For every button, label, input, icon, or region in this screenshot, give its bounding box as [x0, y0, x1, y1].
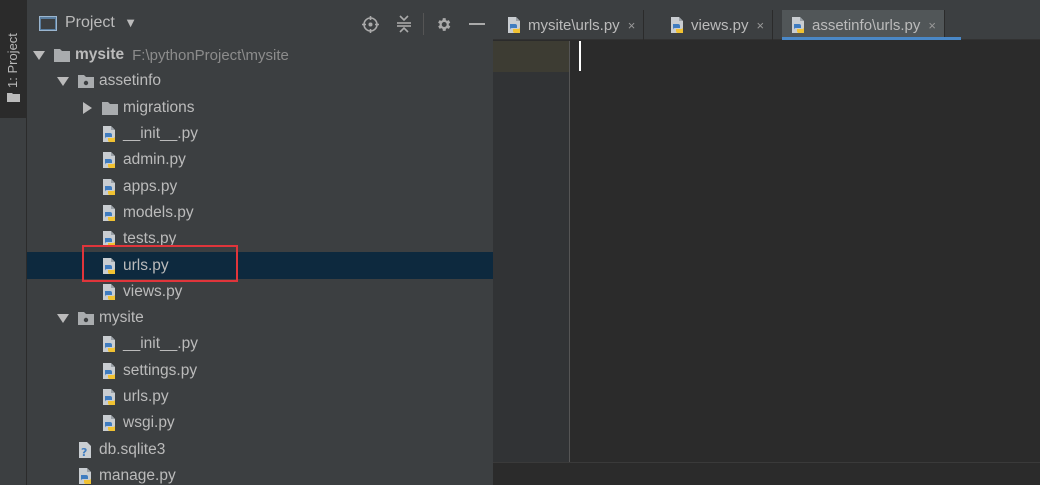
- target-icon: [361, 15, 379, 33]
- active-tab-underline: [782, 37, 961, 40]
- tree-row[interactable]: models.py: [27, 200, 493, 226]
- tree-item-label: __init__.py: [123, 335, 198, 353]
- project-tool-tab-label: 1: Project: [5, 33, 20, 88]
- tree-row[interactable]: migrations: [27, 95, 493, 121]
- editor-tab[interactable]: views.py ×: [661, 10, 774, 40]
- tree-item-label: assetinfo: [99, 72, 162, 90]
- project-path: F:\pythonProject\mysite: [132, 46, 289, 64]
- tree-row[interactable]: tests.py: [27, 226, 493, 252]
- expand-arrow-icon[interactable]: [57, 75, 69, 87]
- close-icon[interactable]: ×: [757, 18, 765, 33]
- editor-tab-label: views.py: [691, 16, 749, 34]
- editor-tab-label: assetinfo\urls.py: [812, 16, 921, 34]
- gear-icon: [437, 17, 450, 31]
- project-tool-tab[interactable]: 1: Project: [0, 0, 27, 118]
- close-icon[interactable]: ×: [628, 18, 636, 33]
- tree-item-label: settings.py: [123, 361, 198, 379]
- tree-row[interactable]: settings.py: [27, 358, 493, 384]
- editor-bottom-strip: [493, 462, 1040, 485]
- python-file-icon: [77, 467, 95, 485]
- python-file-icon: [101, 151, 119, 169]
- tree-item-label: models.py: [123, 203, 194, 221]
- project-view-selector[interactable]: Project ▼: [39, 13, 135, 33]
- tree-row[interactable]: urls.py: [27, 384, 493, 410]
- python-file-icon: [101, 414, 119, 432]
- tree-item-label: urls.py: [123, 388, 169, 405]
- minimize-icon: [469, 23, 485, 25]
- tree-item-label: views.py: [123, 282, 183, 300]
- tree-item-label: mysite: [75, 46, 125, 64]
- python-file-icon: [101, 204, 119, 222]
- python-file-icon: [101, 257, 119, 275]
- collapse-all-icon: [397, 15, 411, 33]
- expand-arrow-icon[interactable]: [57, 312, 69, 324]
- project-panel-header: Project ▼: [27, 0, 493, 40]
- project-panel: Project ▼ mysite F:\pythonProject\mysite…: [27, 0, 518, 485]
- package-folder-icon: [77, 72, 95, 90]
- tree-row[interactable]: ? db.sqlite3: [27, 436, 493, 462]
- tree-item-label: migrations: [123, 98, 195, 116]
- collapse-all-button[interactable]: [393, 13, 415, 35]
- python-file-icon: [101, 178, 119, 196]
- close-icon[interactable]: ×: [928, 18, 936, 33]
- tree-item-label: mysite: [99, 309, 144, 327]
- python-file-icon: [101, 125, 119, 143]
- tree-row[interactable]: views.py: [27, 279, 493, 305]
- svg-text:?: ?: [81, 446, 87, 459]
- folder-icon: [7, 93, 20, 102]
- tool-window-strip: 1: Project: [0, 0, 27, 485]
- tree-row[interactable]: urls.py: [27, 252, 493, 279]
- tree-item-label: __init__.py: [123, 125, 198, 143]
- folder-icon: [101, 99, 119, 117]
- scroll-from-source-button[interactable]: [359, 13, 381, 35]
- python-file-icon: [790, 16, 808, 34]
- tree-item-label: admin.py: [123, 151, 186, 169]
- tree-row[interactable]: __init__.py: [27, 121, 493, 147]
- tree-row[interactable]: apps.py: [27, 173, 493, 199]
- current-line-highlight: [493, 41, 570, 72]
- tree-row[interactable]: manage.py: [27, 463, 493, 485]
- hide-panel-button[interactable]: [466, 13, 488, 35]
- editor-tab[interactable]: assetinfo\urls.py ×: [782, 10, 945, 40]
- python-file-icon: [101, 388, 119, 406]
- gutter-divider: [569, 41, 570, 462]
- python-file-icon: [101, 283, 119, 301]
- python-file-icon: [669, 16, 687, 34]
- collapse-arrow-icon[interactable]: [81, 101, 93, 114]
- project-window-icon: [39, 15, 57, 31]
- python-file-icon: [101, 230, 119, 248]
- folder-icon: [53, 46, 71, 64]
- expand-arrow-icon[interactable]: [33, 49, 45, 61]
- project-panel-actions: [359, 13, 500, 35]
- editor-tab[interactable]: mysite\urls.py ×: [498, 10, 645, 40]
- settings-button[interactable]: [432, 13, 454, 35]
- tree-item-label: manage.py: [99, 466, 176, 484]
- tree-row[interactable]: mysite: [27, 305, 493, 331]
- project-tree: mysite F:\pythonProject\mysite assetinfo mi…: [27, 42, 493, 485]
- tree-item-label: urls.py: [123, 256, 169, 274]
- unknown-file-icon: ?: [77, 441, 95, 459]
- chevron-down-icon: ▼: [126, 17, 135, 29]
- text-cursor: [579, 41, 581, 71]
- python-file-icon: [506, 16, 524, 34]
- tree-item-label: apps.py: [123, 177, 178, 195]
- tree-row[interactable]: __init__.py: [27, 331, 493, 357]
- tree-row[interactable]: admin.py: [27, 147, 493, 173]
- header-separator: [423, 13, 424, 35]
- editor-area: mysite\urls.py × views.py × assetinfo\urls.p…: [493, 0, 1040, 485]
- python-file-icon: [101, 335, 119, 353]
- tree-row[interactable]: wsgi.py: [27, 410, 493, 436]
- tree-row[interactable]: mysite F:\pythonProject\mysite: [27, 42, 493, 68]
- python-file-icon: [101, 362, 119, 380]
- tree-item-label: tests.py: [123, 230, 177, 248]
- project-panel-title: Project: [65, 14, 115, 31]
- editor-gutter: [493, 41, 570, 462]
- tree-item-label: wsgi.py: [123, 414, 175, 432]
- editor-tab-bar: mysite\urls.py × views.py × assetinfo\urls.p…: [493, 0, 1040, 40]
- tree-row[interactable]: assetinfo: [27, 68, 493, 94]
- tree-item-label: db.sqlite3: [99, 440, 166, 458]
- package-folder-icon: [77, 309, 95, 327]
- editor-tab-label: mysite\urls.py: [528, 16, 620, 34]
